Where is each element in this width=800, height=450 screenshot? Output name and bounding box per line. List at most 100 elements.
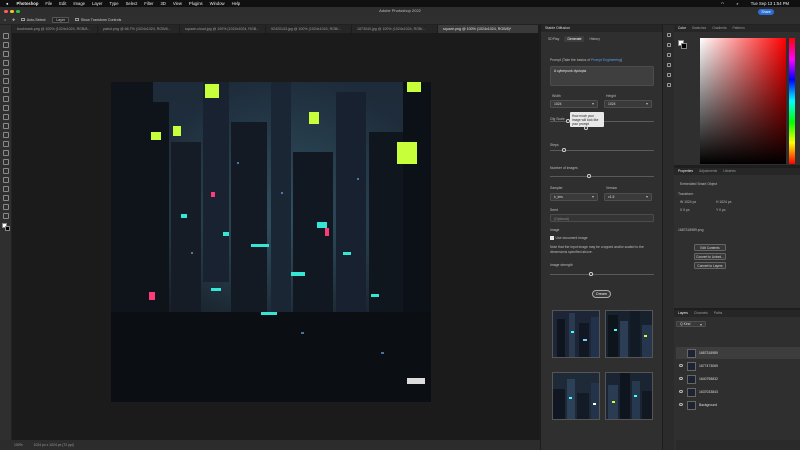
menu-edit[interactable]: Edit <box>59 1 66 6</box>
image-strength-knob[interactable] <box>589 272 593 276</box>
result-thumbnail-4[interactable] <box>605 372 653 420</box>
glyphs-icon[interactable] <box>667 83 671 87</box>
eyedropper-tool-icon[interactable] <box>3 87 9 93</box>
seed-input[interactable]: (Optional) <box>550 214 654 222</box>
tab-channels[interactable]: Channels <box>694 310 708 317</box>
menu-view[interactable]: View <box>173 1 182 6</box>
menu-plugins[interactable]: Plugins <box>189 1 203 6</box>
menu-help[interactable]: Help <box>232 1 241 6</box>
wifi-icon[interactable]: ◠ <box>721 1 725 6</box>
tab-adjustments[interactable]: Adjustments <box>699 168 717 175</box>
width-value[interactable]: W 1024 px <box>680 200 696 204</box>
hue-slider[interactable] <box>789 38 795 164</box>
tab-properties[interactable]: Properties <box>678 168 693 175</box>
num-images-knob[interactable] <box>587 174 591 178</box>
tab-swatches[interactable]: Swatches <box>692 25 706 32</box>
dream-button[interactable]: Dream <box>592 290 611 298</box>
tab-gradients[interactable]: Gradients <box>712 25 726 32</box>
background-swatch[interactable] <box>681 43 687 49</box>
path-select-tool-icon[interactable] <box>3 186 9 192</box>
zoom-tool-icon[interactable] <box>3 213 9 219</box>
move-tool-icon[interactable]: ✥ <box>12 18 15 22</box>
marquee-tool-icon[interactable] <box>3 42 9 48</box>
sampler-dropdown[interactable]: k_lms <box>550 193 598 201</box>
paragraph-icon[interactable] <box>667 63 671 67</box>
width-dropdown[interactable]: 1024 <box>550 100 598 108</box>
search-icon[interactable]: ⌕ <box>736 1 738 6</box>
color-field[interactable] <box>700 38 786 164</box>
maximize-window-button[interactable] <box>16 9 20 13</box>
rectangle-tool-icon[interactable] <box>3 195 9 201</box>
cfg-scale-knob[interactable] <box>566 119 570 123</box>
layer-row-2[interactable]: 1677473069 <box>676 360 800 372</box>
home-icon[interactable]: ⌂ <box>4 18 6 22</box>
use-document-image-checkbox[interactable]: Use document image <box>550 236 588 240</box>
height-dropdown[interactable]: 1024 <box>604 100 652 108</box>
menu-layer[interactable]: Layer <box>92 1 102 6</box>
tab-paths[interactable]: Paths <box>714 310 722 317</box>
tab-history[interactable]: History <box>586 36 603 42</box>
result-thumbnail-1[interactable] <box>552 310 600 358</box>
character-icon[interactable] <box>667 73 671 77</box>
layer-row-3[interactable]: 1640798832 <box>676 373 800 385</box>
move-tool-icon[interactable] <box>3 33 9 39</box>
gradient-tool-icon[interactable] <box>3 141 9 147</box>
menu-window[interactable]: Window <box>210 1 225 6</box>
result-thumbnail-3[interactable] <box>552 372 600 420</box>
auto-select-checkbox[interactable]: Auto-Select: <box>21 18 46 22</box>
brush-settings-icon[interactable] <box>667 43 671 47</box>
crop-tool-icon[interactable] <box>3 69 9 75</box>
convert-to-layers-button[interactable]: Convert to Layers <box>694 262 726 269</box>
auto-select-target-dropdown[interactable]: Layer <box>52 16 70 23</box>
layer-filter-dropdown[interactable]: Q Kind <box>676 321 706 327</box>
hand-tool-icon[interactable] <box>3 204 9 210</box>
edit-contents-button[interactable]: Edit Contents <box>694 244 726 251</box>
blur-tool-icon[interactable] <box>3 150 9 156</box>
tab-document-3[interactable]: square-cloud.jpg @ 100% (1024x1024, RGB.… <box>180 25 266 33</box>
tab-document-active[interactable]: square.png @ 100% (1024x1024, RGB/8)* <box>438 25 539 33</box>
lasso-tool-icon[interactable] <box>3 51 9 57</box>
type-tool-icon[interactable] <box>3 177 9 183</box>
cfg-scale-value-knob[interactable] <box>584 126 588 130</box>
brush-tool-icon[interactable] <box>3 105 9 111</box>
zoom-level[interactable]: 100% <box>14 443 23 447</box>
eraser-tool-icon[interactable] <box>3 132 9 138</box>
menu-app-name[interactable]: Photoshop <box>17 1 39 6</box>
tab-generate[interactable]: Generate <box>564 36 585 42</box>
clone-stamp-tool-icon[interactable] <box>3 114 9 120</box>
steps-knob[interactable] <box>562 148 566 152</box>
pen-tool-icon[interactable] <box>3 168 9 174</box>
tab-color[interactable]: Color <box>678 25 686 32</box>
background-color-swatch[interactable] <box>5 226 10 231</box>
version-dropdown[interactable]: v1.5 <box>604 193 652 201</box>
apple-icon[interactable]: ● <box>6 1 9 6</box>
dodge-tool-icon[interactable] <box>3 159 9 165</box>
height-value[interactable]: H 1024 px <box>716 200 731 204</box>
healing-brush-tool-icon[interactable] <box>3 96 9 102</box>
convert-to-linked-button[interactable]: Convert to Linked... <box>694 253 726 260</box>
prompt-engineering-link[interactable]: Prompt Engineering <box>591 58 621 62</box>
close-window-button[interactable] <box>4 9 8 13</box>
cyberpunk-city-image[interactable] <box>111 82 431 402</box>
layer-row-1[interactable]: 1687318989 <box>676 347 800 359</box>
tab-document-4[interactable]: 92420143.jpg @ 100% (1024x1024, RGB/... <box>266 25 352 33</box>
frame-tool-icon[interactable] <box>3 78 9 84</box>
menu-3d[interactable]: 3D <box>161 1 166 6</box>
tab-sdplay[interactable]: SDPlay <box>545 36 562 42</box>
info-icon[interactable] <box>667 53 671 57</box>
quick-select-tool-icon[interactable] <box>3 60 9 66</box>
tab-document-5[interactable]: 1873040.jpg @ 100% (1024x1024, RGB/... <box>352 25 438 33</box>
tab-document-2[interactable]: patrol.png @ 66.7% (1024x1024, RGB/8... <box>98 25 180 33</box>
menu-image[interactable]: Image <box>73 1 85 6</box>
minimize-window-button[interactable] <box>10 9 14 13</box>
menu-select[interactable]: Select <box>126 1 138 6</box>
menubar-clock[interactable]: Tue Sep 13 1:54 PM <box>751 1 789 6</box>
transform-controls-checkbox[interactable]: Show Transform Controls <box>75 18 121 22</box>
history-icon[interactable] <box>667 33 671 37</box>
menu-type[interactable]: Type <box>110 1 119 6</box>
tab-patterns[interactable]: Patterns <box>732 25 744 32</box>
menu-filter[interactable]: Filter <box>144 1 153 6</box>
menu-file[interactable]: File <box>45 1 52 6</box>
history-brush-tool-icon[interactable] <box>3 123 9 129</box>
layer-row-4[interactable]: 1637033843 <box>676 386 800 398</box>
